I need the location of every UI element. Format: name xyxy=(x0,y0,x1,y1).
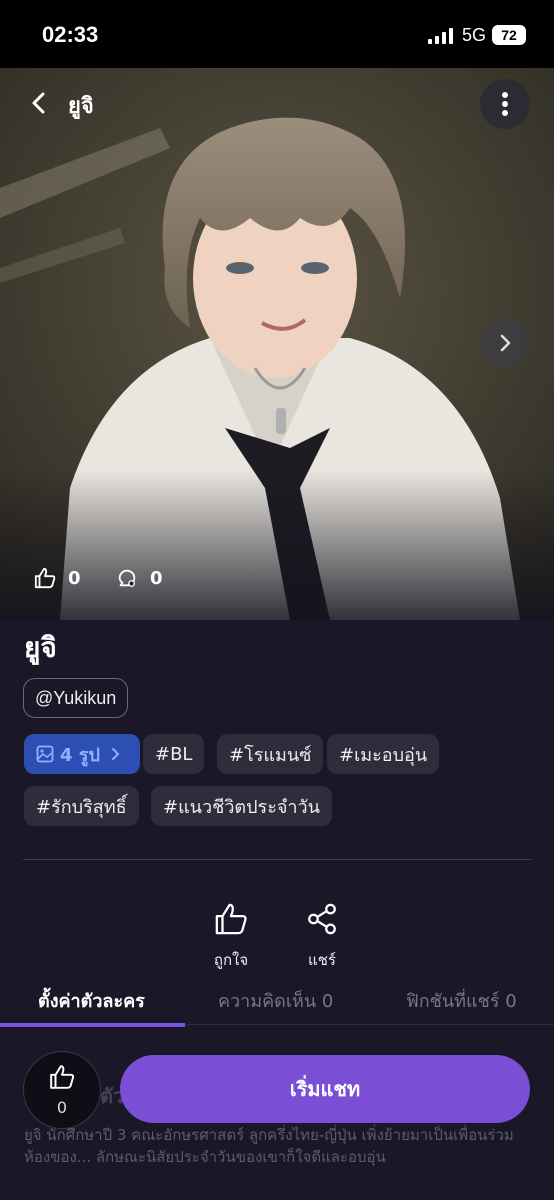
like-label: ถูกใจ xyxy=(213,951,249,969)
floating-like-count: 0 xyxy=(56,1098,68,1117)
thumbs-up-icon xyxy=(215,903,247,935)
share-button[interactable]: แชร์ xyxy=(292,902,352,972)
tag-warm-seme[interactable]: #เมะอบอุ่น xyxy=(327,734,440,774)
character-description: ยูจิ นักศึกษาปี 3 คณะอักษรศาสตร์ ลูกครึ่… xyxy=(24,1126,514,1166)
tag-romance[interactable]: #โรแมนซ์ xyxy=(217,734,324,774)
tab-character-settings[interactable]: ตั้งค่าตัวละคร xyxy=(38,986,145,1015)
share-icon xyxy=(308,903,336,935)
character-name: ยูจิ xyxy=(24,631,57,664)
divider xyxy=(23,859,531,860)
image-icon xyxy=(36,745,54,763)
chevron-right-icon xyxy=(500,334,511,352)
hero-gradient xyxy=(0,470,554,620)
header-title: ยูจิ xyxy=(68,94,94,119)
active-tab-indicator xyxy=(0,1023,185,1027)
status-time: 02:33 xyxy=(42,22,99,47)
chevron-right-icon xyxy=(111,748,120,760)
back-icon[interactable] xyxy=(24,88,54,118)
next-image-button[interactable] xyxy=(480,318,530,368)
thumbs-up-icon xyxy=(50,1065,75,1089)
network-type: 5G xyxy=(462,25,487,45)
character-image[interactable] xyxy=(0,68,554,620)
more-vertical-icon xyxy=(502,92,508,116)
tab-comments[interactable]: ความคิดเห็น 0 xyxy=(218,986,333,1015)
more-options-button[interactable] xyxy=(480,79,530,129)
photos-tag[interactable]: 4 รูป xyxy=(24,734,140,774)
hero-comment-stat[interactable]: 0 xyxy=(116,564,163,592)
status-bar: 02:33 5G 72 xyxy=(0,0,554,68)
hero-like-stat[interactable]: 0 xyxy=(34,564,81,592)
tag-slice-of-life[interactable]: #แนวชีวิตประจำวัน xyxy=(151,786,332,826)
signal-icon xyxy=(428,28,453,44)
thumbs-up-icon xyxy=(34,567,56,589)
share-label: แชร์ xyxy=(308,951,336,969)
photos-tag-label: 4 รูป xyxy=(60,744,100,766)
hero-like-count: 0 xyxy=(68,567,81,589)
hero-comment-count: 0 xyxy=(150,567,163,589)
comment-icon xyxy=(118,569,136,587)
like-button[interactable]: ถูกใจ xyxy=(201,902,261,972)
floating-like-button[interactable]: 0 xyxy=(23,1051,101,1129)
battery-indicator: 72 xyxy=(492,25,526,45)
tag-bl[interactable]: #BL xyxy=(143,734,205,774)
tab-shared-fiction[interactable]: ฟิกชันที่แชร์ 0 xyxy=(406,986,517,1015)
start-chat-button[interactable]: เริ่มแชท xyxy=(120,1055,530,1123)
creator-handle[interactable]: @Yukikun xyxy=(23,678,129,718)
tag-pure-love[interactable]: #รักบริสุทธิ์ xyxy=(24,786,139,826)
